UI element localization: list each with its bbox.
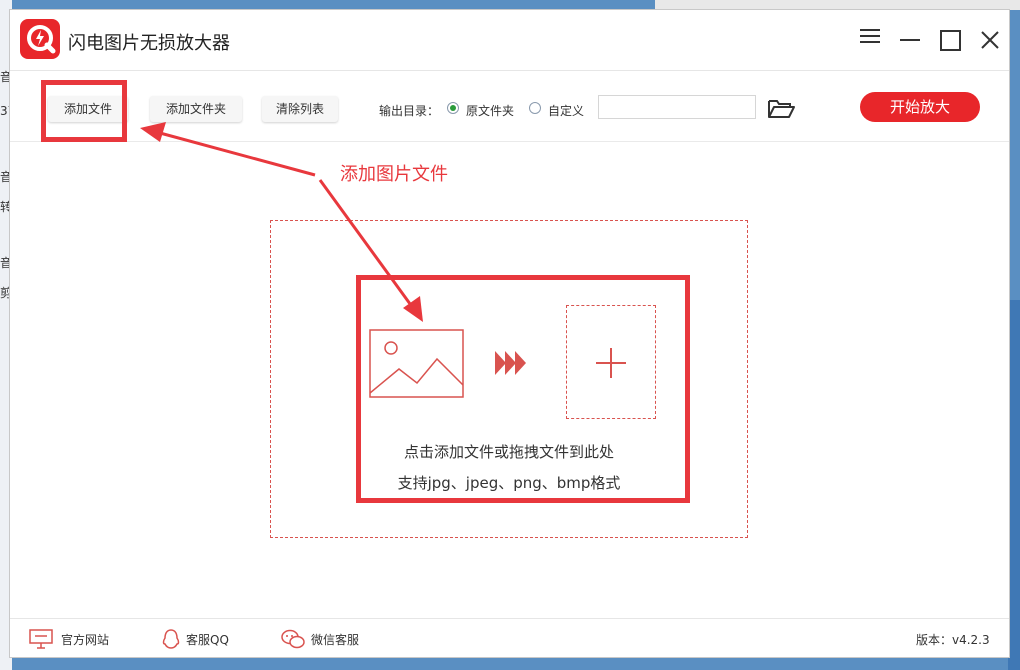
desktop-background-top	[655, 0, 1020, 10]
footer: 官方网站 客服QQ 微信客服 版本：v4.2.3	[10, 618, 1009, 658]
wechat-icon	[281, 629, 305, 649]
qq-icon	[162, 629, 180, 649]
annotation-arrowhead-left	[140, 122, 166, 142]
annotation-arrow-line-left	[159, 131, 316, 177]
version-label: 版本：v4.2.3	[916, 633, 990, 647]
customer-service-qq-link[interactable]: 客服QQ	[186, 631, 229, 648]
annotation-arrows	[140, 122, 423, 322]
app-window: 闪电图片无损放大器 添加文件 添加文件夹 清除列表 输出目录： 原文件夹 自定义…	[10, 10, 1009, 657]
official-website-link[interactable]: 官方网站	[61, 631, 109, 648]
annotation-arrow-line-down	[318, 179, 415, 309]
wechat-service-link[interactable]: 微信客服	[311, 631, 359, 648]
monitor-icon	[29, 629, 53, 649]
desktop-background-right	[1008, 300, 1020, 670]
